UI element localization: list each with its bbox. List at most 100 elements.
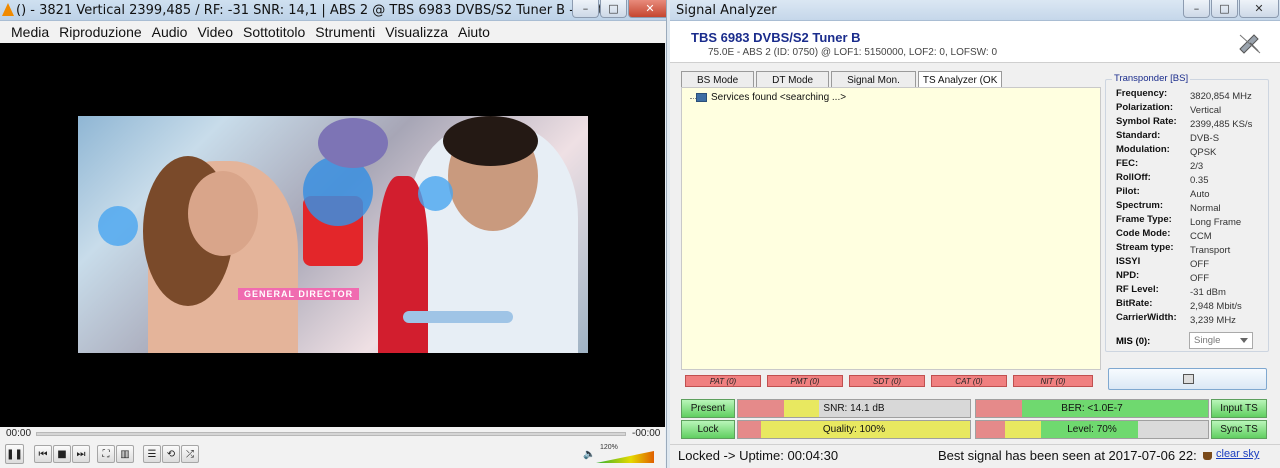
seek-slider[interactable] [36, 432, 626, 436]
transponder-row: CarrierWidth: 3,239 MHz [1116, 312, 1266, 326]
playlist-icon: ☰ [147, 448, 157, 460]
transponder-key: RollOff: [1116, 172, 1151, 183]
transponder-key: Frequency: [1116, 88, 1168, 99]
ts-action-button[interactable] [1108, 368, 1267, 390]
transponder-value: -31 dBm [1190, 287, 1226, 298]
folder-icon [696, 93, 707, 102]
tab-ts-analyzer[interactable]: TS Analyzer (OK [917, 71, 1003, 88]
ber-meter: BER: <1.0E-7 [975, 399, 1209, 418]
chevron-down-icon [1240, 338, 1248, 343]
extended-settings-button[interactable]: ▥ [116, 445, 134, 463]
clear-sky-link[interactable]: clear sky [1216, 448, 1259, 460]
transponder-row: NPD: OFF [1116, 270, 1266, 284]
playlist-button[interactable]: ☰ [143, 445, 161, 463]
tab-dt-mode[interactable]: DT Mode [756, 71, 830, 88]
transponder-key: BitRate: [1116, 298, 1153, 309]
lock-status: Locked -> Uptime: 00:04:30 [678, 448, 839, 463]
services-tree-item[interactable]: Services found <searching ...> [690, 92, 847, 103]
transponder-value: DVB-S [1190, 133, 1220, 144]
vlc-titlebar[interactable]: () - 3821 Vertical 2399,485 / RF: -31 SN… [0, 0, 666, 21]
transponder-value: 3820,854 MHz [1190, 91, 1252, 102]
pmt-indicator: PMT (0) [767, 375, 843, 387]
sa-titlebar[interactable]: Signal Analyzer – □ ✕ [670, 0, 1280, 21]
snr-label: SNR: 14.1 dB [823, 403, 885, 414]
sa-maximize-button[interactable]: □ [1211, 0, 1238, 18]
menu-sottotitolo[interactable]: Sottotitolo [238, 24, 310, 40]
next-button[interactable]: ⏭ [72, 445, 90, 463]
transponder-row: FEC: 2/3 [1116, 158, 1266, 172]
previous-button[interactable]: ⏮ [34, 445, 52, 463]
transponder-value: QPSK [1190, 147, 1217, 158]
ber-meter-fill [976, 400, 1023, 417]
menu-visualizza[interactable]: Visualizza [380, 24, 453, 40]
transponder-key: Spectrum: [1116, 200, 1163, 211]
video-caption: GENERAL DIRECTOR [238, 288, 360, 300]
pause-icon: ❚❚ [6, 448, 23, 460]
menu-strumenti[interactable]: Strumenti [310, 24, 380, 40]
transponder-value: OFF [1190, 259, 1209, 270]
shuffle-button[interactable]: ⤮ [181, 445, 199, 463]
equalizer-icon: ▥ [120, 448, 130, 460]
volume-slider[interactable]: 120% [596, 444, 654, 463]
best-signal-status: Best signal has been seen at 2017-07-06 … [938, 448, 1197, 463]
present-indicator: Present [681, 399, 735, 418]
sa-window-title: Signal Analyzer [676, 3, 777, 18]
volume-bar [596, 451, 654, 463]
menu-riproduzione[interactable]: Riproduzione [54, 24, 147, 40]
ts-analyzer-panel: Services found <searching ...> [681, 87, 1101, 370]
satellite-dish-icon [1239, 34, 1261, 54]
transponder-row: Standard: DVB-S [1116, 130, 1266, 144]
tuner-header: TBS 6983 DVBS/S2 Tuner B 75.0E - ABS 2 (… [670, 21, 1280, 63]
transponder-value: 0.35 [1190, 175, 1209, 186]
transponder-row: Frequency: 3820,854 MHz [1116, 88, 1266, 102]
window-icon [1183, 374, 1194, 384]
transponder-value: Normal [1190, 203, 1221, 214]
minimize-button[interactable]: – [572, 0, 599, 18]
sa-close-button[interactable]: ✕ [1239, 0, 1279, 18]
vlc-window-title: () - 3821 Vertical 2399,485 / RF: -31 SN… [16, 3, 666, 18]
transponder-key: FEC: [1116, 158, 1139, 169]
menu-media[interactable]: Media [6, 24, 54, 40]
stop-button[interactable]: ■ [53, 445, 71, 463]
snr-meter-fill [738, 400, 785, 417]
maximize-button[interactable]: □ [600, 0, 627, 18]
loop-button[interactable]: ⟲ [162, 445, 180, 463]
seek-row: 00:00 -00:00 [0, 427, 665, 441]
transponder-value: 3,239 MHz [1190, 315, 1236, 326]
services-found-label: Services found <searching ...> [711, 92, 847, 103]
video-area[interactable]: GENERAL DIRECTOR [0, 43, 665, 427]
quality-label: Quality: 100% [822, 424, 886, 435]
pause-button[interactable]: ❚❚ [5, 444, 24, 464]
tab-signal-mon[interactable]: Signal Mon. [831, 71, 916, 88]
transponder-key: Polarization: [1116, 102, 1174, 113]
status-bar: Locked -> Uptime: 00:04:30 Best signal h… [670, 444, 1280, 468]
loop-icon: ⟲ [166, 448, 176, 460]
transponder-row: RF Level: -31 dBm [1116, 284, 1266, 298]
fullscreen-button[interactable]: ⛶ [97, 445, 115, 463]
control-bar: ❚❚ ⏮ ■ ⏭ ⛶ ▥ ☰ ⟲ ⤮ 🔈 120% [0, 441, 665, 468]
quality-meter-fill [738, 421, 762, 438]
menu-video[interactable]: Video [192, 24, 238, 40]
time-elapsed: 00:00 [6, 428, 32, 439]
close-button[interactable]: ✕ [628, 0, 666, 18]
transponder-header: Transponder [BS] [1112, 73, 1191, 84]
mis-select[interactable]: Single [1189, 332, 1253, 349]
transponder-value: 2,948 Mbit/s [1190, 301, 1242, 312]
vlc-menubar: Media Riproduzione Audio Video Sottotito… [0, 21, 666, 43]
fullscreen-icon: ⛶ [102, 448, 110, 460]
transponder-key: Frame Type: [1116, 214, 1172, 225]
transponder-row: Symbol Rate: 2399,485 KS/s [1116, 116, 1266, 130]
sdt-indicator: SDT (0) [849, 375, 925, 387]
tab-bs-mode[interactable]: BS Mode [681, 71, 755, 88]
volume-percent: 120% [600, 444, 618, 451]
mis-select-value: Single [1194, 335, 1221, 346]
transponder-value: Auto [1190, 189, 1210, 200]
transponder-row: Modulation: QPSK [1116, 144, 1266, 158]
mode-tabs: BS Mode DT Mode Signal Mon. TS Analyzer … [681, 71, 1004, 88]
transponder-key: Stream type: [1116, 242, 1174, 253]
menu-aiuto[interactable]: Aiuto [453, 24, 495, 40]
time-remaining: -00:00 [632, 428, 661, 439]
speaker-icon[interactable]: 🔈 [583, 449, 595, 460]
menu-audio[interactable]: Audio [147, 24, 193, 40]
sa-minimize-button[interactable]: – [1183, 0, 1210, 18]
